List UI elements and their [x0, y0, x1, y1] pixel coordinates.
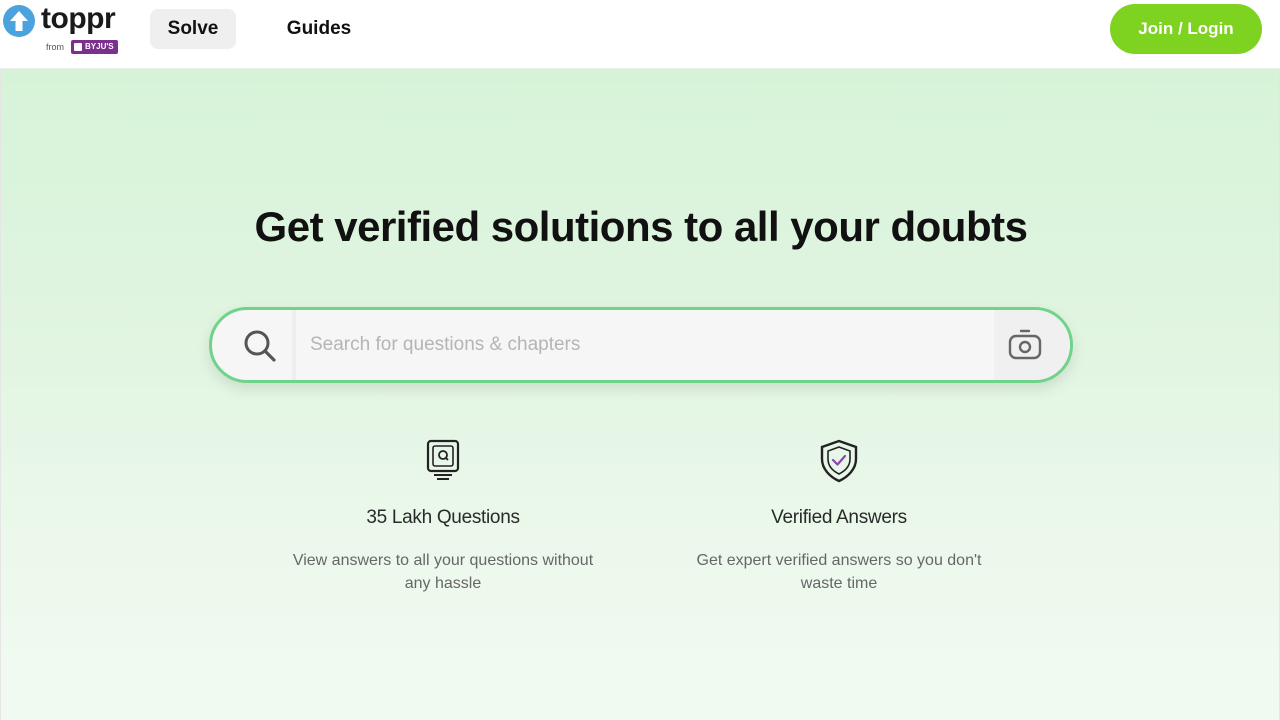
byjus-badge: BYJU'S — [71, 40, 118, 54]
feature-questions: 35 Lakh Questions View answers to all yo… — [273, 439, 613, 595]
up-arrow-icon — [3, 5, 35, 37]
logo-from-text: from — [46, 42, 64, 52]
tab-guides[interactable]: Guides — [275, 9, 363, 49]
search-bar[interactable] — [209, 307, 1073, 383]
search-divider — [292, 310, 296, 380]
verified-shield-icon — [820, 439, 858, 483]
feature-description: Get expert verified answers so you don't… — [696, 552, 982, 592]
feature-title: Verified Answers — [771, 507, 907, 528]
toppr-logo[interactable]: toppr from BYJU'S — [2, 2, 118, 56]
search-input[interactable] — [310, 324, 990, 366]
feature-description: View answers to all your questions witho… — [292, 552, 594, 592]
hero-title: Get verified solutions to all your doubt… — [254, 203, 1028, 250]
feature-title: 35 Lakh Questions — [366, 507, 520, 528]
hero-section: Get verified solutions to all your doubt… — [0, 69, 1280, 720]
feature-verified: Verified Answers Get expert verified ans… — [669, 439, 1009, 595]
logo-wordmark: toppr — [41, 2, 116, 35]
search-icon[interactable] — [242, 328, 278, 364]
join-login-button[interactable]: Join / Login — [1110, 4, 1262, 54]
tab-solve[interactable]: Solve — [150, 9, 236, 49]
top-header: toppr from BYJU'S Solve Guides Join / Lo… — [0, 0, 1280, 69]
question-book-icon — [426, 439, 460, 480]
camera-icon[interactable] — [1008, 328, 1042, 362]
